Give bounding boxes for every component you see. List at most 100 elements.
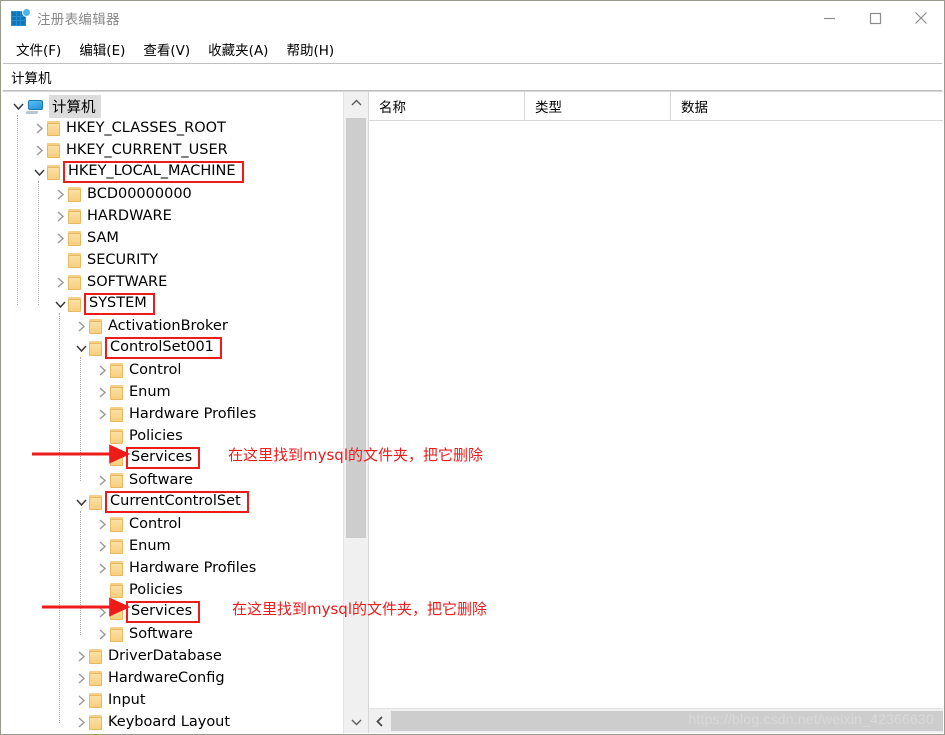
chevron-right-icon[interactable] bbox=[94, 513, 110, 535]
tree-node-label: Services bbox=[126, 601, 201, 623]
watermark-text: https://blog.csdn.net/weixin_42366630 bbox=[688, 711, 934, 727]
chevron-down-icon[interactable] bbox=[73, 491, 89, 513]
title-bar: 注册表编辑器 bbox=[1, 1, 944, 35]
menu-file[interactable]: 文件(F) bbox=[7, 36, 70, 62]
folder-icon bbox=[89, 648, 102, 664]
folder-icon bbox=[110, 560, 123, 576]
tree-node[interactable]: DriverDatabase bbox=[2, 645, 344, 667]
tree-node[interactable]: ControlSet001 bbox=[2, 337, 344, 359]
tree-node-label: BCD00000000 bbox=[87, 186, 192, 202]
tree-scroll-thumb[interactable] bbox=[346, 118, 366, 538]
registry-tree-pane: 计算机 HKEY_CLASSES_ROOT HKEY_CURRENT_USER HKE… bbox=[2, 92, 369, 733]
folder-icon bbox=[110, 516, 123, 532]
tree-node[interactable]: SYSTEM bbox=[2, 293, 344, 315]
tree-node[interactable]: HARDWARE bbox=[2, 205, 344, 227]
menu-edit[interactable]: 编辑(E) bbox=[70, 36, 134, 62]
chevron-right-icon[interactable] bbox=[94, 535, 110, 557]
chevron-right-icon[interactable] bbox=[94, 557, 110, 579]
chevron-right-icon[interactable] bbox=[94, 601, 110, 623]
tree-node-label: DriverDatabase bbox=[108, 648, 222, 664]
close-button[interactable] bbox=[898, 1, 944, 35]
tree-node[interactable]: Enum bbox=[2, 381, 344, 403]
folder-icon bbox=[110, 538, 123, 554]
minimize-button[interactable] bbox=[806, 1, 852, 35]
folder-icon bbox=[89, 340, 102, 356]
tree-node-label: HKEY_CURRENT_USER bbox=[66, 142, 228, 158]
maximize-button[interactable] bbox=[852, 1, 898, 35]
tree-node[interactable]: 计算机 bbox=[2, 94, 344, 118]
tree-node[interactable]: ActivationBroker bbox=[2, 315, 344, 337]
registry-tree[interactable]: 计算机 HKEY_CLASSES_ROOT HKEY_CURRENT_USER HKE… bbox=[2, 92, 344, 733]
tree-node[interactable]: SAM bbox=[2, 227, 344, 249]
column-header-type[interactable]: 类型 bbox=[525, 92, 671, 120]
column-header-name[interactable]: 名称 bbox=[369, 92, 525, 120]
chevron-right-icon[interactable] bbox=[31, 117, 47, 139]
tree-node[interactable]: Enum bbox=[2, 535, 344, 557]
chevron-down-icon[interactable] bbox=[73, 337, 89, 359]
tree-node[interactable]: Hardware Profiles bbox=[2, 557, 344, 579]
folder-icon bbox=[68, 230, 81, 246]
tree-node[interactable]: SECURITY bbox=[2, 249, 344, 271]
menu-help[interactable]: 帮助(H) bbox=[277, 36, 343, 62]
chevron-right-icon[interactable] bbox=[94, 469, 110, 491]
tree-node[interactable]: BCD00000000 bbox=[2, 183, 344, 205]
tree-node-label: HardwareConfig bbox=[108, 670, 225, 686]
scroll-left-arrow-icon[interactable] bbox=[369, 709, 391, 733]
folder-icon bbox=[110, 472, 123, 488]
folder-icon bbox=[110, 450, 123, 466]
chevron-right-icon[interactable] bbox=[52, 271, 68, 293]
registry-editor-window: 注册表编辑器 文件(F) 编辑(E) 查看(V) 收藏夹(A) 帮助(H) 计算… bbox=[0, 0, 945, 735]
tree-node[interactable]: CurrentControlSet bbox=[2, 491, 344, 513]
tree-node-label: SAM bbox=[87, 230, 119, 246]
folder-icon bbox=[110, 626, 123, 642]
tree-node[interactable]: Software bbox=[2, 623, 344, 645]
chevron-right-icon[interactable] bbox=[31, 139, 47, 161]
chevron-right-icon[interactable] bbox=[73, 689, 89, 711]
column-header-data[interactable]: 数据 bbox=[671, 92, 943, 120]
tree-node-label: SYSTEM bbox=[84, 293, 155, 315]
chevron-right-icon[interactable] bbox=[52, 205, 68, 227]
tree-node-label: Policies bbox=[129, 428, 183, 444]
tree-node[interactable]: Input bbox=[2, 689, 344, 711]
chevron-right-icon[interactable] bbox=[73, 711, 89, 733]
registry-editor-icon bbox=[11, 9, 30, 27]
tree-guide-line bbox=[59, 313, 61, 723]
address-bar[interactable]: 计算机 bbox=[3, 63, 942, 91]
tree-node[interactable]: HKEY_CURRENT_USER bbox=[2, 139, 344, 161]
chevron-right-icon[interactable] bbox=[73, 645, 89, 667]
chevron-right-icon[interactable] bbox=[52, 227, 68, 249]
tree-node-label: SOFTWARE bbox=[87, 274, 168, 290]
main-content: 计算机 HKEY_CLASSES_ROOT HKEY_CURRENT_USER HKE… bbox=[2, 91, 943, 733]
tree-node[interactable]: Keyboard Layout bbox=[2, 711, 344, 733]
menu-view[interactable]: 查看(V) bbox=[134, 36, 199, 62]
scroll-up-arrow-icon[interactable] bbox=[344, 92, 368, 114]
chevron-right-icon[interactable] bbox=[94, 623, 110, 645]
folder-icon bbox=[89, 494, 102, 510]
chevron-down-icon[interactable] bbox=[31, 161, 47, 183]
chevron-right-icon[interactable] bbox=[94, 403, 110, 425]
tree-node[interactable]: Control bbox=[2, 513, 344, 535]
tree-vertical-scrollbar[interactable] bbox=[343, 92, 368, 733]
folder-icon bbox=[110, 406, 123, 422]
tree-node[interactable]: HKEY_CLASSES_ROOT bbox=[2, 117, 344, 139]
chevron-right-icon[interactable] bbox=[73, 315, 89, 337]
chevron-right-icon[interactable] bbox=[52, 183, 68, 205]
values-header: 名称 类型 数据 bbox=[369, 92, 943, 121]
chevron-right-icon[interactable] bbox=[94, 381, 110, 403]
tree-node-label: SECURITY bbox=[87, 252, 159, 268]
tree-node[interactable]: HKEY_LOCAL_MACHINE bbox=[2, 161, 344, 183]
scroll-down-arrow-icon[interactable] bbox=[344, 711, 368, 733]
chevron-down-icon[interactable] bbox=[10, 95, 26, 117]
menu-favorites[interactable]: 收藏夹(A) bbox=[199, 36, 277, 62]
values-list[interactable] bbox=[369, 121, 943, 708]
chevron-right-icon[interactable] bbox=[94, 359, 110, 381]
chevron-right-icon[interactable] bbox=[73, 667, 89, 689]
tree-node[interactable]: Hardware Profiles bbox=[2, 403, 344, 425]
folder-icon bbox=[68, 186, 81, 202]
chevron-down-icon[interactable] bbox=[52, 293, 68, 315]
tree-node[interactable]: HardwareConfig bbox=[2, 667, 344, 689]
tree-node-label: Enum bbox=[129, 538, 171, 554]
tree-node[interactable]: Control bbox=[2, 359, 344, 381]
tree-node[interactable]: SOFTWARE bbox=[2, 271, 344, 293]
tree-node[interactable]: Software bbox=[2, 469, 344, 491]
